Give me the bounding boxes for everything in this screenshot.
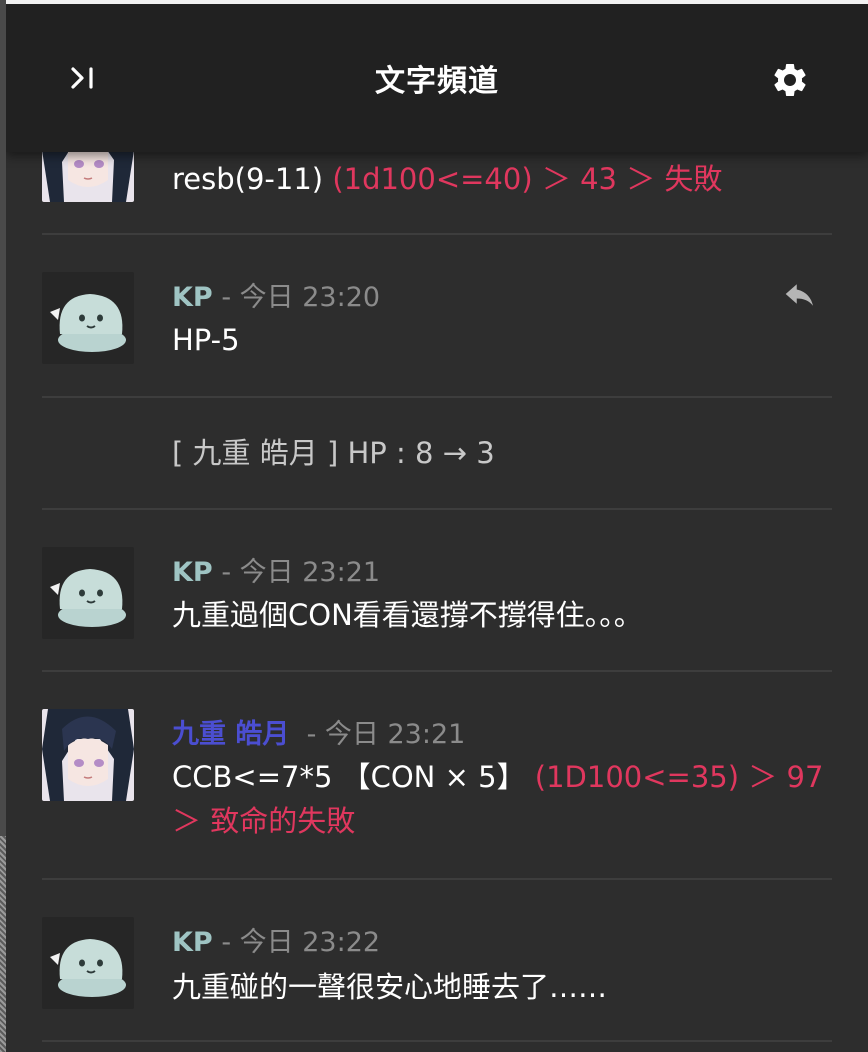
- author-name[interactable]: KP: [172, 927, 213, 958]
- dice-roll-result: (1D100<=35) ＞ 97: [534, 760, 824, 794]
- panel-header: 文字頻道: [6, 0, 868, 152]
- message-item: KP - 今日 23:22 九重碰的一聲很安心地睡去了……: [42, 880, 832, 1042]
- avatar: [42, 917, 134, 1009]
- message-timestamp: 今日 23:21: [239, 557, 381, 588]
- message-meta: 九重 皓月 - 今日 23:21: [172, 719, 466, 750]
- message-item: 九重 皓月 - 今日 23:21 CCB<=7*5 【CON × 5】 (1D1…: [42, 672, 832, 880]
- message-timestamp: 今日 23:22: [239, 927, 381, 958]
- message-text: 九重過個CON看看還撐不撐得住。。。: [172, 598, 643, 632]
- message-timestamp: 今日 23:20: [239, 282, 381, 313]
- avatar: [42, 709, 134, 801]
- message-meta: KP - 今日 23:22: [172, 927, 381, 958]
- reply-icon: [785, 284, 813, 306]
- character-avatar-image: [42, 709, 134, 801]
- message-item: KP - 今日 23:20 HP-5: [42, 235, 832, 398]
- message-meta: KP - 今日 23:20: [172, 282, 381, 313]
- message-text: HP-5: [172, 323, 240, 357]
- dice-roll-result: (1d100<=40) ＞ 43 ＞ 失敗: [332, 162, 723, 196]
- slime-avatar-image: [42, 272, 134, 364]
- author-name[interactable]: 九重 皓月: [172, 719, 289, 750]
- author-name[interactable]: KP: [172, 282, 213, 313]
- system-message-text: [ 九重 皓月 ] HP : 8 → 3: [172, 436, 495, 470]
- dice-roll-result-line2: ＞ 致命的失敗: [172, 804, 356, 838]
- message-divider: [42, 1040, 832, 1042]
- author-name[interactable]: KP: [172, 557, 213, 588]
- gear-icon: [774, 63, 806, 96]
- avatar: [42, 272, 134, 364]
- settings-button[interactable]: [764, 54, 816, 106]
- message-timestamp: 今日 23:21: [324, 719, 466, 750]
- message-item: KP - 今日 23:21 九重過個CON看看還撐不撐得住。。。: [42, 510, 832, 672]
- avatar: [42, 547, 134, 639]
- system-message: [ 九重 皓月 ] HP : 8 → 3: [42, 398, 832, 510]
- reply-button[interactable]: [780, 279, 820, 313]
- page-title: 文字頻道: [375, 64, 499, 99]
- message-text: resb(9-11) (1d100<=40) ＞ 43 ＞ 失敗: [172, 162, 723, 196]
- message-text: CCB<=7*5 【CON × 5】 (1D100<=35) ＞ 97: [172, 760, 824, 794]
- text-channel-panel: 文字頻道 resb(9-11) (1d100<=40) ＞ 43 ＞ 失敗 KP…: [6, 0, 868, 1052]
- slime-avatar-image: [42, 547, 134, 639]
- message-meta: KP - 今日 23:21: [172, 557, 381, 588]
- slime-avatar-image: [42, 917, 134, 1009]
- message-text: 九重碰的一聲很安心地睡去了……: [172, 970, 608, 1004]
